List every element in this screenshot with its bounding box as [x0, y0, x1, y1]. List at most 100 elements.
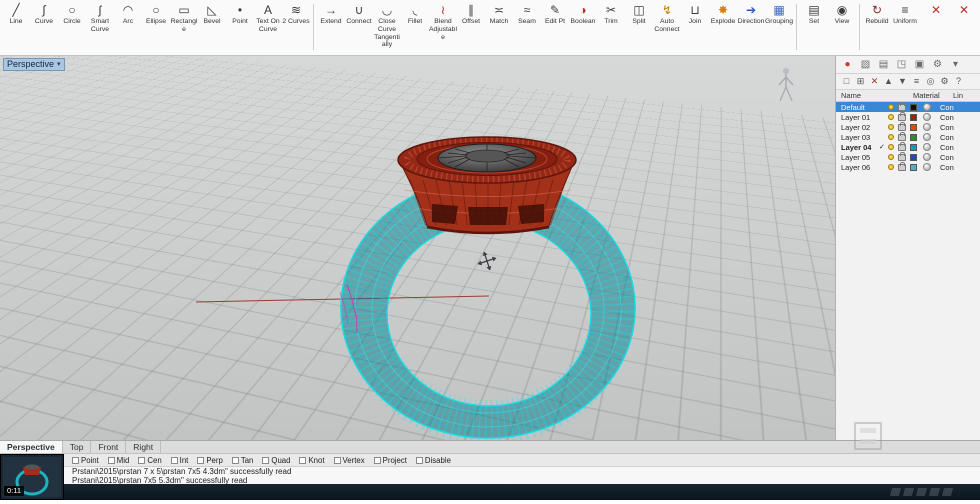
osnap-toggle[interactable]: Cen: [138, 456, 161, 465]
layer-row[interactable]: Default ✓ Con: [836, 102, 980, 112]
toolbar-button[interactable]: ▭ Rectangle: [170, 2, 198, 34]
view-tab[interactable]: Perspective: [0, 441, 63, 453]
layer-tool-icon[interactable]: ?: [953, 76, 964, 87]
panel-tab-icon[interactable]: ●: [841, 59, 854, 71]
layer-tool-icon[interactable]: □: [841, 76, 852, 87]
layer-tool-icon[interactable]: ▲: [883, 76, 894, 87]
layer-row[interactable]: Layer 06 ✓ Con: [836, 162, 980, 172]
layer-name[interactable]: Layer 06: [841, 163, 879, 172]
bulb-icon[interactable]: [888, 154, 894, 160]
layer-tool-icon[interactable]: ⊞: [855, 76, 866, 87]
layer-linetype[interactable]: Con: [940, 143, 980, 152]
toolbar-button[interactable]: ◡ Close Curve Tangentially: [373, 2, 401, 49]
osnap-toggle[interactable]: Mid: [108, 456, 130, 465]
toolbar-button[interactable]: ○ Ellipse: [142, 2, 170, 34]
toolbar-button[interactable]: ▦ Grouping: [765, 2, 793, 49]
toolbar-button[interactable]: ≈ Seam: [513, 2, 541, 49]
checkbox-icon[interactable]: [416, 457, 423, 464]
layer-linetype[interactable]: Con: [940, 113, 980, 122]
layer-name[interactable]: Layer 04: [841, 143, 879, 152]
toolbar-button[interactable]: ↯ Auto Connect: [653, 2, 681, 49]
toolbar-button[interactable]: ╱ Line: [2, 2, 30, 34]
osnap-toggle[interactable]: Perp: [197, 456, 222, 465]
toolbar-button[interactable]: ▤ Set: [800, 2, 828, 26]
bulb-icon[interactable]: [888, 114, 894, 120]
osnap-toggle[interactable]: Int: [171, 456, 189, 465]
checkbox-icon[interactable]: [232, 457, 239, 464]
osnap-toggle[interactable]: Knot: [299, 456, 324, 465]
material-sphere-icon[interactable]: [923, 133, 931, 141]
toolbar-button[interactable]: ➔ Direction: [737, 2, 765, 49]
toolbar-button[interactable]: → Extend: [317, 2, 345, 49]
osnap-toggle[interactable]: Disable: [416, 456, 451, 465]
layer-color-swatch[interactable]: [910, 104, 917, 111]
toolbar-button[interactable]: ≍ Match: [485, 2, 513, 49]
osnap-toggle[interactable]: Vertex: [334, 456, 365, 465]
layer-tool-icon[interactable]: ≡: [911, 76, 922, 87]
toolbar-button[interactable]: ◉ View: [828, 2, 856, 26]
layer-linetype[interactable]: Con: [940, 153, 980, 162]
layer-row[interactable]: Layer 03 ✓ Con: [836, 132, 980, 142]
viewport-perspective[interactable]: Perspective ▾: [0, 56, 835, 440]
layer-row[interactable]: Layer 04 ✓ Con: [836, 142, 980, 152]
osnap-toggle[interactable]: Project: [374, 456, 407, 465]
panel-tab-icon[interactable]: ▾: [949, 59, 962, 71]
toolbar-button[interactable]: A Text On Curve: [254, 2, 282, 34]
checkbox-icon[interactable]: [108, 457, 115, 464]
material-sphere-icon[interactable]: [923, 153, 931, 161]
layer-color-swatch[interactable]: [910, 134, 917, 141]
bulb-icon[interactable]: [888, 144, 894, 150]
lock-icon[interactable]: [898, 144, 906, 151]
lock-icon[interactable]: [898, 114, 906, 121]
layer-color-swatch[interactable]: [910, 144, 917, 151]
toolbar-button[interactable]: ✕: [922, 2, 950, 18]
view-tab[interactable]: Right: [126, 441, 161, 453]
bulb-icon[interactable]: [888, 134, 894, 140]
toolbar-button[interactable]: • Point: [226, 2, 254, 34]
checkbox-icon[interactable]: [299, 457, 306, 464]
layer-linetype[interactable]: Con: [940, 103, 980, 112]
viewport-title[interactable]: Perspective ▾: [3, 58, 65, 71]
bulb-icon[interactable]: [888, 124, 894, 130]
material-sphere-icon[interactable]: [923, 123, 931, 131]
checkbox-icon[interactable]: [171, 457, 178, 464]
video-thumbnail[interactable]: 0:11: [0, 454, 64, 500]
material-sphere-icon[interactable]: [923, 143, 931, 151]
lock-icon[interactable]: [898, 134, 906, 141]
material-sphere-icon[interactable]: [923, 113, 931, 121]
checkbox-icon[interactable]: [374, 457, 381, 464]
toolbar-button[interactable]: ∪ Connect: [345, 2, 373, 49]
checkbox-icon[interactable]: [334, 457, 341, 464]
toolbar-button[interactable]: ✸ Explode: [709, 2, 737, 49]
layer-name[interactable]: Layer 05: [841, 153, 879, 162]
checkbox-icon[interactable]: [197, 457, 204, 464]
toolbar-button[interactable]: ◠ Arc: [114, 2, 142, 34]
toolbar-button[interactable]: ≡ Uniform: [891, 2, 919, 26]
toolbar-button[interactable]: ◺ Bevel: [198, 2, 226, 34]
layer-tool-icon[interactable]: ▼: [897, 76, 908, 87]
view-tab[interactable]: Top: [63, 441, 92, 453]
toolbar-button[interactable]: ⊔ Join: [681, 2, 709, 49]
toolbar-button[interactable]: ○ Circle: [58, 2, 86, 34]
toolbar-button[interactable]: ʃ Smart Curve: [86, 2, 114, 34]
lock-icon[interactable]: [898, 164, 906, 171]
panel-tab-icon[interactable]: ⚙: [931, 59, 944, 71]
toolbar-button[interactable]: ∥ Offset: [457, 2, 485, 49]
checkbox-icon[interactable]: [262, 457, 269, 464]
panel-tab-icon[interactable]: ◳: [895, 59, 908, 71]
toolbar-button[interactable]: ◟ Fillet: [401, 2, 429, 49]
layer-name[interactable]: Default: [841, 103, 879, 112]
material-sphere-icon[interactable]: [923, 163, 931, 171]
layer-row[interactable]: Layer 02 ✓ Con: [836, 122, 980, 132]
panel-tab-icon[interactable]: ▤: [877, 59, 890, 71]
layer-tool-icon[interactable]: ◎: [925, 76, 936, 87]
lock-icon[interactable]: [898, 104, 906, 111]
layer-color-swatch[interactable]: [910, 164, 917, 171]
osnap-toggle[interactable]: Tan: [232, 456, 254, 465]
toolbar-button[interactable]: ≀ Blend Adjustable: [429, 2, 457, 49]
layer-linetype[interactable]: Con: [940, 163, 980, 172]
toolbar-button[interactable]: ↻ Rebuild: [863, 2, 891, 26]
toolbar-button[interactable]: ✕: [950, 2, 978, 18]
toolbar-button[interactable]: ≋ 2 Curves: [282, 2, 310, 34]
layer-row[interactable]: Layer 01 ✓ Con: [836, 112, 980, 122]
